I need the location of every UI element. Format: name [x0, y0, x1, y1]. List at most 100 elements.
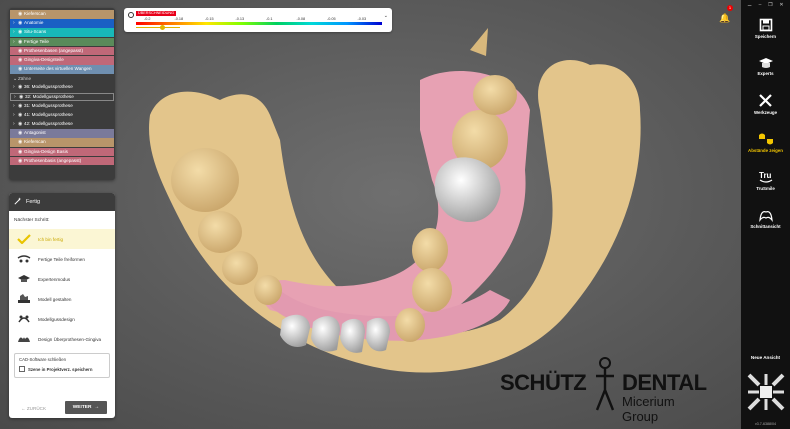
view-navigator[interactable]: [745, 371, 787, 413]
cad-close-box: CAD-Software schließen Szene in Projektv…: [14, 353, 110, 378]
tree-row-label: Kieferscan: [24, 139, 46, 145]
tree-row[interactable]: ◉ Gingiva-Designteile: [10, 55, 114, 65]
schuetz-dental-logo: SCHÜTZ DENTAL Micerium Group: [500, 356, 710, 424]
tree-row[interactable]: ◉ Unterseite des virtuellen Wangen: [10, 65, 114, 74]
notification-badge: 1: [727, 5, 733, 11]
tree-row[interactable]: › ◉ 41: Modellgussprothese: [10, 110, 114, 120]
toolbar-button[interactable]: Werkzeuge: [741, 85, 790, 123]
model-icon: [16, 294, 32, 304]
save-scene-label: Szene in Projektverz. speichern: [28, 366, 93, 372]
tree-row-label: Prothesenbasis (angepasst): [24, 157, 82, 163]
gauge-icon[interactable]: [128, 12, 134, 18]
toolbar-button[interactable]: Abstände zeigen: [741, 123, 790, 161]
workflow-step[interactable]: Modellgussdesign: [9, 309, 115, 329]
maximize-icon[interactable]: ❐: [768, 2, 772, 9]
tree-row[interactable]: › ◉ 42: Modellgussprothese: [10, 120, 114, 129]
menu-icon[interactable]: ⚊: [747, 2, 751, 9]
workflow-step[interactable]: Modell gestalten: [9, 289, 115, 309]
tree-row[interactable]: ◉ Antagonist: [10, 129, 114, 138]
next-button[interactable]: WEITER →: [65, 401, 107, 414]
tree-row[interactable]: › ◉ Anatomie: [10, 19, 114, 28]
eye-icon[interactable]: ◉: [18, 102, 24, 111]
new-view-label: Neue Ansicht: [750, 355, 781, 360]
logo-word-2: DENTAL: [622, 370, 707, 395]
eye-icon[interactable]: ◉: [18, 138, 24, 147]
gingiva-icon: [16, 334, 32, 344]
tree-row[interactable]: ◉ Prothesenbasen (angepasst): [10, 46, 114, 56]
eye-icon[interactable]: ◉: [19, 93, 25, 100]
3d-viewport[interactable]: [120, 20, 680, 400]
eye-icon[interactable]: ◉: [18, 111, 24, 120]
toolbar-button-label: Experts: [757, 70, 774, 76]
eye-icon[interactable]: ◉: [18, 120, 24, 129]
check-icon: [16, 234, 32, 244]
tree-row[interactable]: ◉ Kieferscan: [10, 138, 114, 148]
eye-icon[interactable]: ◉: [18, 56, 24, 65]
eye-icon[interactable]: ◉: [18, 47, 24, 56]
experts-icon: [758, 57, 774, 69]
eye-icon[interactable]: ◉: [18, 19, 24, 28]
eye-icon[interactable]: ◉: [18, 65, 24, 74]
back-label: ZURÜCK: [26, 406, 47, 411]
toolbar-button[interactable]: Tru TruSmile: [741, 161, 790, 199]
workflow-step[interactable]: Fertige Teile freiformen: [9, 249, 115, 269]
tree-row[interactable]: ⌄ Zähne: [10, 76, 114, 83]
tree-row[interactable]: › ◉ 36: Modellgussprothese: [10, 83, 114, 92]
close-icon[interactable]: ✕: [779, 2, 783, 9]
tools-icon: [758, 93, 773, 108]
tree-row[interactable]: ◉ Prothesenbasis (angepasst): [10, 156, 114, 166]
next-button-label: WEITER: [72, 405, 92, 410]
tree-row[interactable]: › ◉ 32: Modellgussprothese: [10, 92, 114, 102]
eye-icon[interactable]: ◉: [18, 38, 24, 47]
tree-row-label: Anatomie: [24, 20, 44, 26]
bell-icon: 🔔: [719, 13, 731, 23]
tree-row[interactable]: ◉ Gingiva-Design Basis: [10, 147, 114, 157]
eye-icon[interactable]: ◉: [18, 157, 24, 166]
minimize-icon[interactable]: –: [759, 2, 762, 9]
tree-row[interactable]: › ◉ Situ-Scans: [10, 28, 114, 37]
chevron-down-icon[interactable]: ⌄: [384, 13, 388, 19]
eye-icon[interactable]: ◉: [18, 10, 24, 19]
section-icon: [758, 208, 774, 222]
toolbar-button-label: Schnittansicht: [750, 223, 781, 229]
eye-icon[interactable]: ◉: [18, 83, 24, 92]
eye-icon[interactable]: ◉: [18, 148, 24, 157]
tree-row-label: Zähne: [18, 75, 32, 81]
eye-icon[interactable]: ◉: [18, 129, 24, 138]
toolbar-button[interactable]: Experts: [741, 47, 790, 85]
workflow-header: Fertig: [9, 193, 115, 211]
save-scene-checkbox[interactable]: Szene in Projektverz. speichern: [19, 366, 105, 372]
logo-group: Micerium Group: [622, 394, 675, 424]
window-controls: ⚊ – ❐ ✕: [741, 0, 790, 9]
tree-row-label: Situ-Scans: [24, 29, 47, 35]
workflow-step[interactable]: Expertenmodus: [9, 269, 115, 289]
tree-row-label: 32: Modellgussprothese: [25, 93, 74, 99]
workflow-step-label: Ich bin fertig: [38, 236, 64, 242]
scene-tree-panel: ◉ Kieferscan › ◉ Anatomie › ◉ Situ-Scans › ◉ Ferti…: [9, 8, 115, 180]
logo-word-1: SCHÜTZ: [500, 370, 587, 395]
tree-row-label: Prothesenbasen (angepasst): [24, 47, 83, 53]
tree-row[interactable]: ◉ Kieferscan: [10, 10, 114, 19]
tree-row[interactable]: › ◉ 31: Modellgussprothese: [10, 101, 114, 111]
workflow-step[interactable]: Ich bin fertig: [9, 229, 115, 249]
tree-row-label: Antagonist: [24, 130, 46, 136]
tree-row-label: 41: Modellgussprothese: [24, 111, 73, 117]
workflow-step-label: Fertige Teile freiformen: [38, 256, 85, 262]
tree-row-label: 31: Modellgussprothese: [24, 102, 73, 108]
logo-figure-icon: [595, 357, 615, 411]
checkbox-box[interactable]: [19, 366, 25, 372]
tree-row-label: Unterseite des virtuellen Wangen: [24, 66, 92, 72]
tree-row-label: 42: Modellgussprothese: [24, 121, 73, 127]
scale-label: ÜBERSCHNEIDUNG: [136, 11, 177, 16]
tree-row[interactable]: › ◉ Fertige Teile: [10, 37, 114, 47]
arrow-right-icon: →: [94, 405, 100, 410]
workflow-step[interactable]: Design Überprothesen-Gingiva: [9, 329, 115, 349]
save-icon: [759, 18, 773, 32]
toolbar-button[interactable]: Schnittansicht: [741, 199, 790, 237]
back-button[interactable]: ← ZURÜCK: [21, 406, 46, 411]
notification-button[interactable]: 🔔 1: [719, 5, 733, 23]
next-step-label: Nächster Schritt:: [14, 218, 50, 223]
toolbar-button[interactable]: Speichern: [741, 9, 790, 47]
freeform-icon: [16, 254, 32, 264]
eye-icon[interactable]: ◉: [18, 28, 24, 37]
